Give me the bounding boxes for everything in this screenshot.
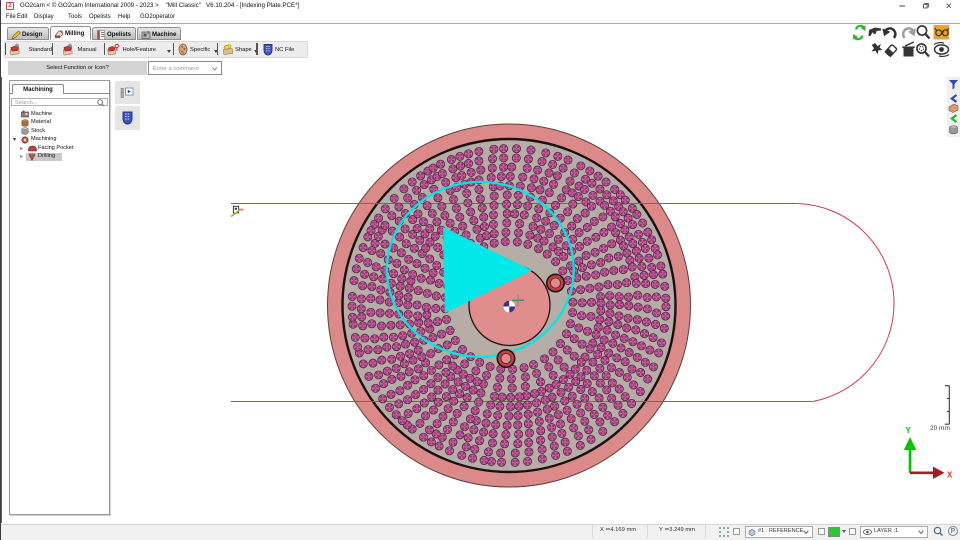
svg-text:20 mm: 20 mm	[930, 425, 950, 432]
svg-text:Y: Y	[906, 426, 912, 435]
svg-text:X: X	[947, 471, 953, 480]
